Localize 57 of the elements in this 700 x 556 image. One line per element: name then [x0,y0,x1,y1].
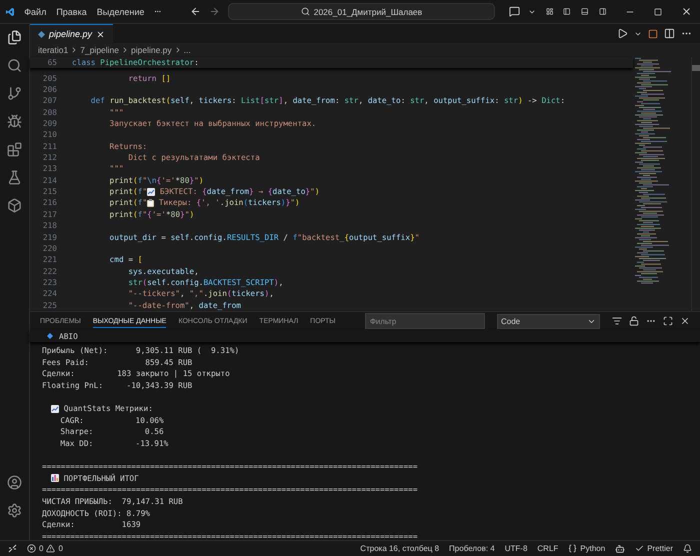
settings-icon[interactable] [7,503,22,518]
clipboard-icon [147,198,154,207]
bar-chart-icon [51,474,59,482]
remote-icon[interactable] [8,544,17,553]
account-icon[interactable] [7,475,22,490]
bell-icon[interactable] [683,544,692,553]
close-icon[interactable] [680,316,690,326]
box-icon[interactable] [7,198,22,213]
maximize-icon[interactable] [654,8,662,16]
stop-icon[interactable] [648,28,658,38]
status-item[interactable]: Строка 16, столбец 8 [360,544,440,553]
bug-icon[interactable] [7,114,22,129]
close-icon[interactable] [96,30,106,38]
problems-indicator[interactable]: 0 0 [27,544,63,553]
maximize-icon[interactable] [663,316,673,326]
menu-item[interactable]: Правка [56,6,87,16]
branch-icon[interactable] [7,86,22,101]
status-item[interactable]: Python [568,544,606,553]
search-icon [300,7,310,16]
chart-icon [51,404,59,413]
files-icon[interactable] [7,30,22,45]
search-icon[interactable] [7,58,22,73]
list-icon[interactable] [612,316,622,326]
extensions-icon[interactable] [7,142,22,157]
editor-tab[interactable]: pipeline.py [30,24,114,43]
robot-icon[interactable] [615,544,626,554]
chat-icon[interactable] [508,6,520,17]
braces-icon [568,544,578,553]
breadcrumb[interactable]: ... [184,45,191,55]
status-item[interactable]: UTF-8 [504,544,528,553]
breadcrumb[interactable]: pipeline.py [131,45,172,55]
chart-icon [147,188,156,196]
menu-item[interactable]: Файл [24,6,46,16]
run-icon[interactable] [617,28,628,39]
sidebar-toggle-icon[interactable] [563,6,571,17]
flask-icon[interactable] [7,170,22,185]
diamond-icon [47,333,53,339]
breadcrumb[interactable]: 7_pipeline [80,45,120,55]
output-channel-select[interactable]: Code [497,314,600,328]
status-item[interactable]: Prettier [635,544,673,553]
check-icon [635,544,644,553]
python-file-icon [38,30,45,38]
menu-item[interactable]: Выделение [96,6,144,16]
back-arrow-icon[interactable] [190,6,201,17]
split-editor-icon[interactable] [664,28,675,39]
app-logo-icon [6,6,14,18]
secondary-sidebar-icon[interactable] [598,6,606,17]
layout-icon[interactable] [546,6,554,17]
forward-arrow-icon[interactable] [208,6,220,17]
panel-toggle-icon[interactable] [580,6,588,17]
status-item[interactable]: Пробелов: 4 [449,544,495,553]
search-field[interactable]: 2026_01_Дмитрий_Шалаев [228,3,495,20]
lock-icon[interactable] [629,316,639,326]
close-icon[interactable] [680,6,692,17]
scrollbar-thumb[interactable] [692,65,700,71]
status-item[interactable]: CRLF [537,544,558,553]
breadcrumb[interactable]: iteratio1 [38,45,68,55]
